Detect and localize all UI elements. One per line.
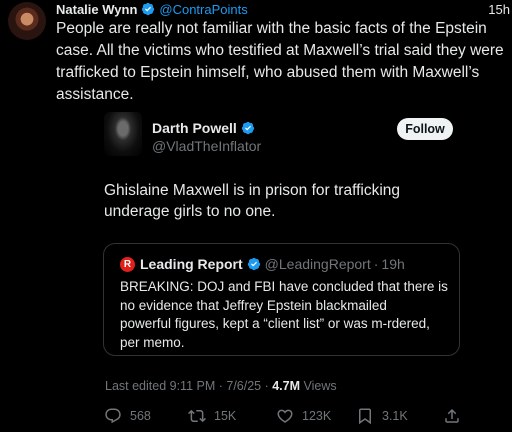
nested-quote-card[interactable]: R Leading Report @LeadingReport · 19h BR… xyxy=(103,243,460,356)
action-bar: 568 15K 123K 3.1K xyxy=(104,404,464,428)
verified-badge-icon xyxy=(241,121,254,135)
post-meta: Last edited 9:11 PM · 7/6/25 · 4.7M View… xyxy=(105,379,337,393)
views-label: Views xyxy=(300,379,337,393)
like-icon xyxy=(277,409,293,423)
post-text-line: case. All the victims who testified at M… xyxy=(56,42,504,59)
bookmark-button[interactable]: 3.1K xyxy=(356,404,408,428)
post-text-line: assistance. xyxy=(56,86,134,103)
card-author-handle[interactable]: @LeadingReport xyxy=(265,256,371,272)
post-header: Natalie Wynn @ContraPoints 15h xyxy=(56,0,510,18)
share-button[interactable] xyxy=(443,404,469,428)
quoted-text: Ghislaine Maxwell is in prison for traff… xyxy=(104,180,464,222)
post-text-line: trafficked to Epstein himself, who abuse… xyxy=(56,64,480,81)
post-time[interactable]: 15h xyxy=(488,2,510,17)
card-header: R Leading Report @LeadingReport · 19h xyxy=(120,256,405,272)
reply-count: 568 xyxy=(130,409,151,423)
quoted-avatar[interactable] xyxy=(104,112,142,156)
avatar[interactable] xyxy=(8,2,46,40)
quoted-author-handle[interactable]: @VladTheInflator xyxy=(152,138,261,154)
reply-button[interactable]: 568 xyxy=(104,404,151,428)
card-text-line: powerful figures, kept a “client list” o… xyxy=(120,316,430,331)
post-view: Natalie Wynn @ContraPoints 15h People ar… xyxy=(0,0,512,432)
like-count: 123K xyxy=(302,409,332,423)
post-text: People are really not familiar with the … xyxy=(56,18,512,106)
quoted-text-line: underage girls to no one. xyxy=(104,203,276,220)
views-count: 4.7M xyxy=(272,379,301,393)
post-text-line: People are really not familiar with the … xyxy=(56,20,487,37)
bookmark-icon xyxy=(359,408,371,425)
reply-icon xyxy=(105,408,121,424)
share-icon xyxy=(445,408,459,423)
verified-badge-icon xyxy=(142,2,155,16)
like-button[interactable]: 123K xyxy=(276,404,331,428)
repost-icon xyxy=(188,409,206,423)
verified-badge-icon xyxy=(247,257,260,271)
author-handle[interactable]: @ContraPoints xyxy=(159,2,247,17)
bookmark-count: 3.1K xyxy=(382,409,408,423)
card-author-name[interactable]: Leading Report xyxy=(140,256,243,272)
repost-button[interactable]: 15K xyxy=(188,404,236,428)
separator-dot: · xyxy=(373,256,379,272)
quoted-author-row: Darth Powell xyxy=(152,120,259,136)
author-name[interactable]: Natalie Wynn xyxy=(56,2,137,17)
card-time[interactable]: 19h xyxy=(381,256,404,272)
card-text: BREAKING: DOJ and FBI have concluded tha… xyxy=(120,278,450,352)
card-text-line: BREAKING: DOJ and FBI have concluded tha… xyxy=(120,279,448,294)
quoted-text-line: Ghislaine Maxwell is in prison for traff… xyxy=(104,182,401,199)
edited-timestamp[interactable]: Last edited 9:11 PM · 7/6/25 · xyxy=(105,379,272,393)
repost-count: 15K xyxy=(214,409,237,423)
follow-button[interactable]: Follow xyxy=(397,118,453,140)
card-text-line: no evidence that Jeffrey Epstein blackma… xyxy=(120,297,387,313)
leading-report-logo-icon: R xyxy=(120,256,135,272)
quoted-author-name[interactable]: Darth Powell xyxy=(152,120,237,136)
card-text-line: per memo. xyxy=(120,334,185,350)
